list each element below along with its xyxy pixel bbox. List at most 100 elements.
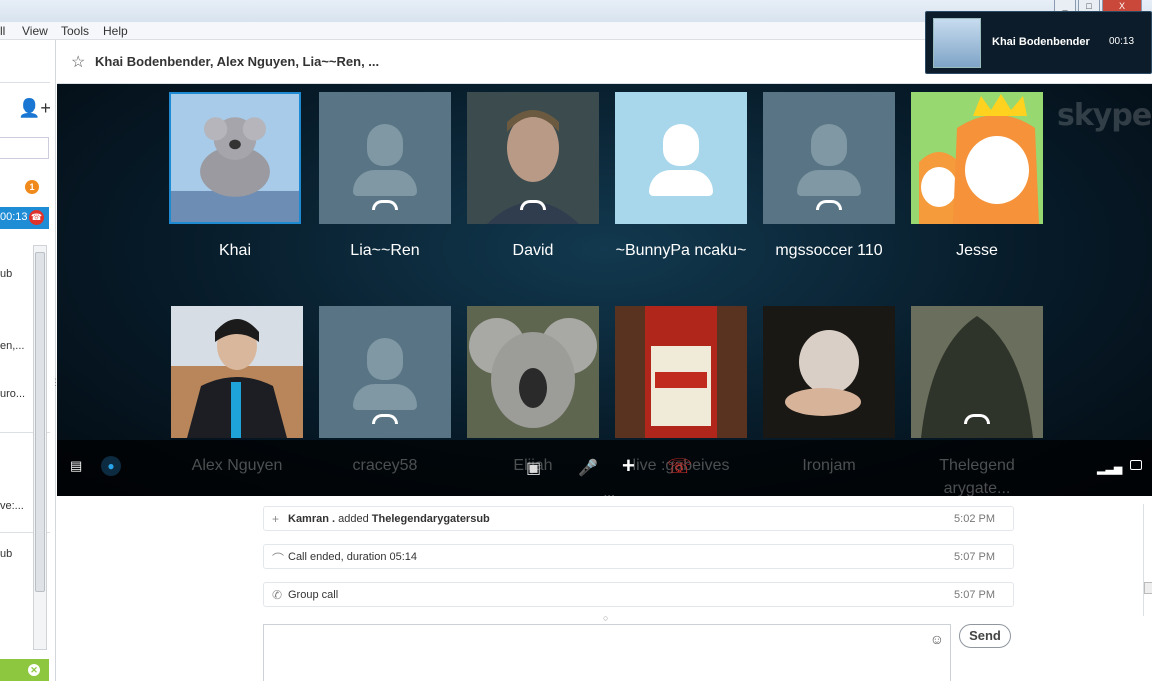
fullscreen-icon[interactable] (1130, 460, 1142, 470)
participant-name: Ironjam (802, 457, 856, 474)
participant-tile-lia[interactable] (319, 92, 451, 224)
avatar-body (649, 170, 713, 196)
skype-logo: skype (1057, 98, 1152, 133)
active-call-item[interactable]: 00:13 ☎ (0, 207, 49, 229)
avatar-placeholder-icon (367, 338, 403, 380)
event-time: 5:02 PM (954, 513, 995, 525)
participant-tile-mgssoccer[interactable] (763, 92, 895, 224)
participant-tile-alex[interactable] (171, 306, 303, 438)
participant-name: cracey58 (352, 457, 418, 474)
participant-tile-khai[interactable] (169, 92, 301, 224)
target-name[interactable]: Thelegendarygatersub (372, 513, 490, 525)
avatar-placeholder-icon (811, 124, 847, 166)
status-bar: ✕ (0, 659, 49, 681)
tabasco-bottle-image (615, 306, 747, 438)
search-input[interactable] (0, 137, 49, 159)
call-quality-icon[interactable]: ▂▃▅ (1097, 462, 1122, 475)
contacts-sidebar: 👤+ 1 00:13 ☎ ub en,... uro... ve:... ub … (0, 40, 60, 681)
alex-photo (171, 306, 303, 438)
emoticon-icon[interactable]: ☺ (930, 631, 944, 647)
chat-event: ⌒ Call ended, duration 05:14 5:07 PM (263, 544, 1014, 569)
kitten-photo (763, 306, 895, 438)
avatar-placeholder-icon (367, 124, 403, 166)
participant-name: David (512, 242, 554, 259)
phone-icon: ✆ (272, 588, 283, 602)
chat-scrollbar[interactable] (1143, 504, 1152, 616)
video-off-icon[interactable]: ▣ (526, 458, 541, 478)
participant-name: Khai (218, 242, 252, 259)
add-icon: + (272, 512, 280, 526)
menu-item-call[interactable]: ll (0, 24, 5, 38)
menu-item-view[interactable]: View (22, 24, 48, 38)
call-controls-bar: Alex Nguyen cracey58 Elijah live :gabeiv… (57, 440, 1152, 496)
scrollbar-thumb[interactable] (35, 252, 45, 592)
conversation-title: Khai Bodenbender, Alex Nguyen, Lia~~Ren,… (95, 54, 380, 69)
avatar-body (353, 384, 417, 410)
participant-tile-elijah[interactable] (467, 306, 599, 438)
participant-tile-thelegendarygater[interactable] (911, 306, 1043, 438)
participant-name: Thelegend arygate... (939, 457, 1015, 496)
avatar-body (353, 170, 417, 196)
participant-tile-jesse[interactable] (911, 92, 1043, 224)
call-ended-icon (372, 414, 398, 424)
chat-event: ✆ Group call 5:07 PM (263, 582, 1014, 607)
chat-event: + Kamran . added Thelegendarygatersub 5:… (263, 506, 1014, 531)
participant-name: ~BunnyPa ncaku~ (615, 242, 747, 259)
event-text: Kamran . added Thelegendarygatersub (288, 513, 490, 525)
end-call-icon[interactable]: ☏ (667, 454, 692, 479)
participant-tile-bunny[interactable] (615, 92, 747, 224)
participant-tile-david[interactable] (467, 92, 599, 224)
event-time: 5:07 PM (954, 589, 995, 601)
avatar-placeholder-icon (663, 124, 699, 166)
participant-name: Lia~~Ren (350, 242, 420, 259)
scrollbar-thumb[interactable] (1144, 582, 1152, 594)
avatar-body (797, 170, 861, 196)
message-input[interactable]: ☺ (263, 624, 951, 681)
orange-cat-cartoon-image (911, 92, 1043, 224)
resize-handle[interactable]: ⋮ (51, 378, 60, 387)
menu-item-tools[interactable]: Tools (61, 24, 89, 38)
koala-cartoon-image (171, 94, 299, 222)
participant-tile-live-gabeives[interactable] (615, 306, 747, 438)
menu-item-help[interactable]: Help (103, 24, 128, 38)
list-item[interactable]: ub (0, 268, 12, 280)
call-ended-icon (372, 200, 398, 210)
contacts-panel-icon[interactable]: ▤ (70, 458, 82, 474)
call-ended-icon (816, 200, 842, 210)
chat-bubble-icon[interactable]: ● (101, 456, 121, 476)
sidebar-scrollbar[interactable] (33, 245, 47, 650)
hangup-icon: ⌒ (272, 552, 285, 566)
participant-name: Alex Nguyen (191, 457, 283, 474)
list-item[interactable]: ub (0, 548, 12, 560)
call-ended-icon (964, 414, 990, 424)
list-item[interactable]: ve:... (0, 500, 24, 512)
event-action: added (338, 513, 369, 525)
actor-name[interactable]: Kamran . (288, 513, 335, 525)
event-text: Group call (288, 589, 339, 601)
caller-thumbnail (933, 18, 981, 68)
call-duration: 00:13 (1109, 36, 1135, 47)
participant-name: Jesse (956, 242, 998, 259)
active-call-time: 00:13 (0, 211, 28, 223)
hangup-icon[interactable]: ☎ (29, 210, 44, 225)
notification-badge: 1 (25, 180, 39, 194)
star-icon[interactable]: ☆ (71, 52, 85, 72)
close-icon[interactable]: ✕ (28, 664, 40, 676)
list-item[interactable]: en,... (0, 340, 24, 352)
participant-tile-cracey[interactable] (319, 306, 451, 438)
event-time: 5:07 PM (954, 551, 995, 563)
list-item[interactable]: uro... (0, 388, 25, 400)
add-icon[interactable]: + (622, 453, 635, 479)
call-stage: skype Khai Lia~~Ren David ~BunnyPa ncaku… (57, 84, 1152, 496)
add-contact-icon[interactable]: 👤+ (18, 98, 51, 119)
koala-photo (467, 306, 599, 438)
send-button[interactable]: Send (959, 624, 1011, 648)
divider (0, 82, 50, 83)
participant-tile-ironjam[interactable] (763, 306, 895, 438)
mini-call-window[interactable]: Khai Bodenbender 00:13 (925, 11, 1152, 74)
caller-name: Khai Bodenbender (992, 36, 1090, 48)
chat-area: + Kamran . added Thelegendarygatersub 5:… (57, 496, 1152, 681)
microphone-icon[interactable]: 🎤 (578, 458, 598, 478)
resize-handle[interactable]: ○ (603, 613, 608, 623)
participant-name: mgssoccer 110 (775, 242, 883, 259)
